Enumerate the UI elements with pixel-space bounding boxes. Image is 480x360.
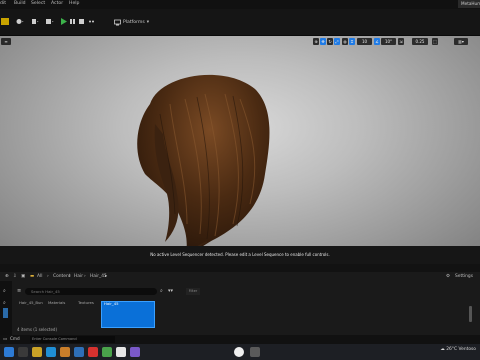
- breadcrumb-all[interactable]: All: [37, 274, 42, 279]
- sources-panel-icon[interactable]: [3, 308, 8, 318]
- add-icon[interactable]: ⊕: [5, 274, 9, 279]
- surface-snap-icon[interactable]: ⌗: [349, 38, 355, 45]
- status-bar: ▭ Cmd Enter Console Command: [0, 335, 480, 344]
- play-options-icon[interactable]: [88, 18, 96, 25]
- store-icon[interactable]: [102, 347, 112, 357]
- weather-label: Ventoso: [458, 347, 476, 352]
- scale-icon[interactable]: ⤢: [334, 38, 340, 45]
- app-icon[interactable]: [60, 347, 70, 357]
- items-count: 4 items (1 selected): [17, 327, 58, 332]
- viewport-menu-icon[interactable]: ≡: [1, 38, 11, 45]
- rotation-snap-value[interactable]: 10°: [381, 38, 396, 45]
- unreal-icon[interactable]: [116, 347, 126, 357]
- temperature: 26°C: [446, 347, 458, 352]
- select-mode-icon[interactable]: ⊕: [313, 38, 319, 45]
- system-tray: ☁ 26°C Ventoso: [440, 347, 476, 352]
- translate-icon[interactable]: ✥: [320, 38, 326, 45]
- filter-icon-left[interactable]: ≡: [17, 288, 21, 294]
- chevron-down-icon: ▾: [146, 19, 150, 25]
- platforms-button[interactable]: Platforms ▾: [114, 18, 149, 26]
- folder-icon: ▬: [30, 274, 35, 279]
- main-toolbar: Platforms ▾: [0, 9, 480, 36]
- world-space-icon[interactable]: ◍: [342, 38, 348, 45]
- import-icon[interactable]: ⇩: [13, 274, 17, 279]
- rotate-icon[interactable]: ↻: [327, 38, 333, 45]
- mode-select-icon[interactable]: [16, 18, 24, 25]
- search-icon-2[interactable]: ⌕: [3, 300, 6, 306]
- blueprint-icon[interactable]: [31, 18, 39, 25]
- project-tab[interactable]: MetaHum: [458, 0, 480, 8]
- search-icon[interactable]: [18, 347, 28, 357]
- rotation-snap-icon[interactable]: ∡: [374, 38, 380, 45]
- breadcrumb-sep-2: ›: [69, 274, 71, 279]
- word-icon[interactable]: [74, 347, 84, 357]
- asset-hair-45-bun[interactable]: Hair_45_Bun: [19, 300, 43, 305]
- windows-start-icon[interactable]: [4, 347, 14, 357]
- step-icon[interactable]: [69, 18, 77, 25]
- unreal-engine-icon[interactable]: [234, 347, 244, 357]
- stop-icon[interactable]: [78, 18, 86, 25]
- console-command-input[interactable]: Enter Console Command: [30, 336, 115, 343]
- asset-hair-45-selected[interactable]: Hair_45: [101, 301, 155, 328]
- asset-textures[interactable]: Textures: [78, 300, 94, 305]
- content-browser-tabbar: [0, 264, 480, 272]
- asset-hair-45-label: Hair_45: [104, 301, 119, 306]
- viewport-toolbar: ≡ ⊕ ✥ ↻ ⤢ ◍ ⌗ 10 ∡ 10° ⇲ 0.25 ⬚ ▥▾: [0, 36, 480, 47]
- scale-snap-icon[interactable]: ⇲: [398, 38, 404, 45]
- sources-collapse-strip: ⌕ ⌕: [0, 281, 12, 339]
- save-icon[interactable]: [1, 18, 9, 25]
- sequencer-message: No active Level Sequencer detected. Plea…: [150, 252, 330, 257]
- camera-speed-button[interactable]: 0.25: [412, 38, 428, 45]
- terminal-icon[interactable]: ▭: [3, 336, 7, 341]
- menu-build[interactable]: Build: [14, 1, 26, 6]
- hair-model: [137, 74, 270, 259]
- search-options-icon[interactable]: ⌕: [160, 288, 163, 294]
- menu-edit[interactable]: dit: [0, 1, 6, 6]
- filter-icon[interactable]: ▾▾: [168, 288, 173, 294]
- file-explorer-icon[interactable]: [32, 347, 42, 357]
- menu-actor[interactable]: Actor: [51, 1, 63, 6]
- menu-select[interactable]: Select: [31, 1, 45, 6]
- platforms-label: Platforms: [123, 19, 145, 25]
- breadcrumb-content[interactable]: Content: [53, 274, 70, 279]
- save-all-icon[interactable]: ▣: [21, 274, 25, 279]
- asset-materials[interactable]: Materials: [48, 300, 65, 305]
- extra-app-icon[interactable]: [130, 347, 140, 357]
- camera-speed-value: 0.25: [415, 39, 425, 44]
- level-viewport[interactable]: ≡ ⊕ ✥ ↻ ⤢ ◍ ⌗ 10 ∡ 10° ⇲ 0.25 ⬚ ▥▾ No ac…: [0, 36, 480, 264]
- settings-label[interactable]: Settings: [455, 274, 473, 279]
- search-icon[interactable]: ⌕: [3, 288, 6, 294]
- breadcrumb-sep-1: ›: [47, 274, 49, 279]
- gear-icon[interactable]: ⚙: [446, 274, 450, 279]
- search-input[interactable]: Search Hair_45: [25, 288, 157, 295]
- cinematics-icon[interactable]: [46, 18, 54, 25]
- menu-bar: dit Build Select Actor Help MetaHum: [0, 0, 480, 9]
- content-browser: ⊕ ⇩ ▣ ▬ All › Content › Hair › Hair_45 ▸…: [0, 264, 480, 339]
- filter-button[interactable]: Filter: [186, 288, 200, 295]
- grid-snap-value: 10: [361, 39, 368, 44]
- cmd-dropdown[interactable]: Cmd: [10, 336, 20, 341]
- taskbar-app-icon[interactable]: [250, 347, 260, 357]
- windows-taskbar: ☁ 26°C Ventoso: [0, 344, 480, 360]
- breadcrumb-sep-3: ›: [84, 274, 86, 279]
- viewport-layout-icon[interactable]: ▥▾: [454, 38, 468, 45]
- platforms-icon: [114, 19, 121, 25]
- opera-icon[interactable]: [88, 347, 98, 357]
- weather-icon: ☁: [440, 347, 445, 352]
- play-icon[interactable]: [60, 18, 68, 25]
- grid-snap-toggle[interactable]: 10: [357, 38, 372, 45]
- breadcrumb-dropdown-icon[interactable]: ▸: [105, 274, 107, 279]
- menu-help[interactable]: Help: [69, 1, 79, 6]
- breadcrumb-hair[interactable]: Hair: [74, 274, 83, 279]
- maximize-viewport-icon[interactable]: ⬚: [432, 38, 438, 45]
- content-scrollbar[interactable]: [469, 306, 472, 322]
- edge-icon[interactable]: [46, 347, 56, 357]
